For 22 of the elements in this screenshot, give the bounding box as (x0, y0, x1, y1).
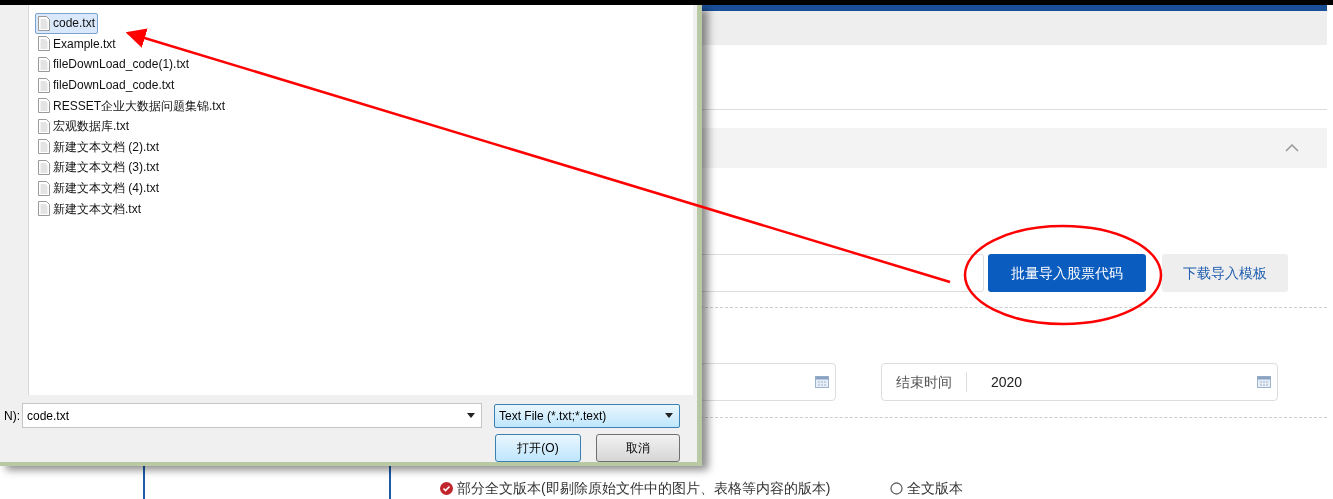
file-item[interactable]: 新建文本文档 (4).txt (35, 177, 162, 199)
version-option-label[interactable]: 部分全文版本(即剔除原始文件中的图片、表格等内容的版本) (457, 478, 831, 499)
file-item[interactable]: 宏观数据库.txt (35, 115, 132, 137)
cancel-button[interactable]: 取消 (596, 434, 680, 462)
filename-combobox[interactable]: code.txt (22, 403, 482, 428)
batch-import-button[interactable]: 批量导入股票代码 (988, 254, 1146, 292)
filename-label: N): (4, 407, 21, 425)
file-item[interactable]: RESSET企业大数据问题集锦.txt (35, 95, 228, 116)
end-date-field[interactable]: 结束时间 2020 (881, 363, 1278, 401)
open-button[interactable]: 打开(O) (495, 434, 581, 462)
end-date-label: 结束时间 (882, 372, 967, 392)
file-item[interactable]: fileDownLoad_code.txt (35, 74, 178, 96)
version-option-label[interactable]: 全文版本 (907, 478, 964, 499)
file-item[interactable]: 新建文本文档 (2).txt (35, 136, 162, 158)
file-item[interactable]: 新建文本文档 (3).txt (35, 157, 162, 178)
file-item[interactable]: code.txt (35, 13, 99, 34)
file-item[interactable]: 新建文本文档.txt (35, 198, 144, 219)
file-type-dropdown[interactable]: Text File (*.txt;*.text) (494, 403, 680, 428)
download-template-button[interactable]: 下载导入模板 (1162, 254, 1288, 292)
file-item[interactable]: fileDownLoad_code(1).txt (35, 54, 193, 75)
file-item[interactable]: Example.txt (35, 33, 119, 55)
end-date-value: 2020 (990, 372, 1024, 392)
